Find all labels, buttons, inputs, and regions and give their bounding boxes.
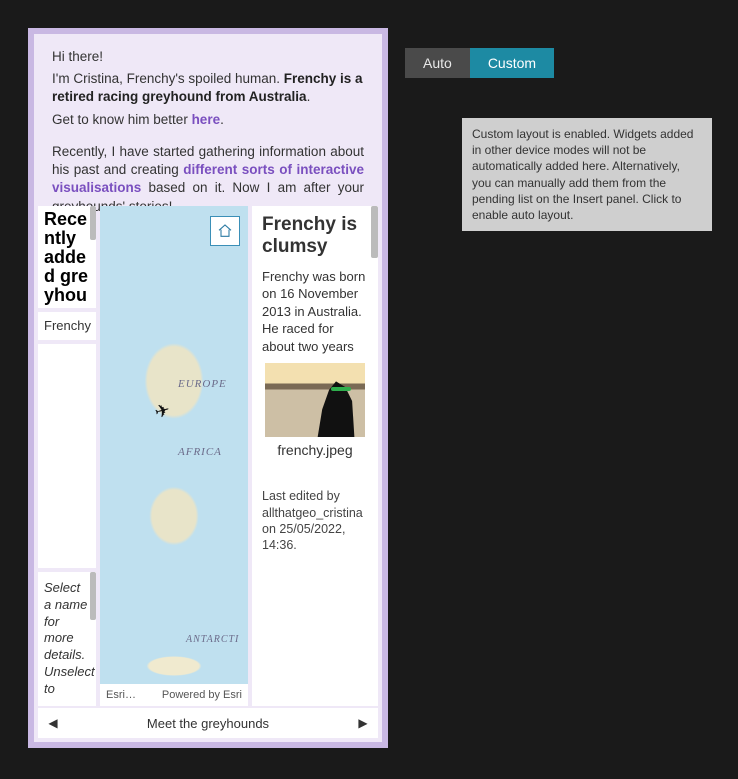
detail-title: Frenchy is clumsy	[262, 214, 368, 258]
intro-line-3c: .	[220, 112, 224, 127]
map-widget[interactable]: EUROPE AFRICA ANTARCTI ✈ Esri… Powered b…	[100, 206, 248, 706]
map-home-button[interactable]	[210, 216, 240, 246]
detail-body: Frenchy was born on 16 November 2013 in …	[262, 268, 368, 356]
app-frame: Hi there! I'm Cristina, Frenchy's spoile…	[28, 28, 388, 748]
attribution-left: Esri…	[106, 689, 136, 701]
intro-line-2a: I'm Cristina, Frenchy's spoiled human.	[52, 71, 284, 86]
footer-title: Meet the greyhounds	[68, 716, 348, 731]
intro-line-3a: Get to know him better	[52, 112, 192, 127]
auto-layout-button[interactable]: Auto	[405, 48, 470, 78]
here-link[interactable]: here	[192, 112, 221, 127]
next-button[interactable]: ▶	[348, 716, 378, 730]
intro-text: Hi there! I'm Cristina, Frenchy's spoile…	[34, 34, 382, 228]
scrollbar[interactable]	[90, 572, 96, 620]
hint-card: Select a name for more details. Unselect…	[38, 572, 96, 706]
map-surface[interactable]	[100, 206, 248, 706]
left-column: Recently added greyhou Frenchy Select a …	[38, 206, 96, 706]
hint-text: Select a name for more details. Unselect…	[44, 580, 95, 696]
custom-layout-button[interactable]: Custom	[470, 48, 554, 78]
map-label-antarctica: ANTARCTI	[186, 634, 239, 645]
attribution-right: Powered by Esri	[162, 689, 242, 701]
home-icon	[217, 223, 233, 239]
app-inner: Hi there! I'm Cristina, Frenchy's spoile…	[34, 34, 382, 742]
dog-collar-icon	[331, 387, 351, 391]
map-label-europe: EUROPE	[178, 378, 227, 390]
footer-bar: ◀ Meet the greyhounds ▶	[38, 708, 378, 738]
list-spacer	[38, 344, 96, 568]
recently-added-heading: Recently added greyhou	[38, 206, 96, 308]
intro-line-2c: .	[307, 89, 311, 104]
image-caption: frenchy.jpeg	[262, 441, 368, 460]
scrollbar[interactable]	[371, 206, 378, 258]
intro-line-2: I'm Cristina, Frenchy's spoiled human. F…	[52, 70, 364, 106]
detail-image[interactable]	[265, 363, 365, 437]
scrollbar[interactable]	[90, 206, 96, 240]
map-attribution: Esri… Powered by Esri	[100, 684, 248, 706]
intro-para-2: Recently, I have started gathering infor…	[52, 143, 364, 216]
layout-toggle: Auto Custom	[405, 48, 554, 78]
intro-line-3: Get to know him better here.	[52, 111, 364, 129]
main-row: Recently added greyhou Frenchy Select a …	[38, 206, 378, 706]
list-item[interactable]: Frenchy	[38, 312, 96, 340]
map-label-africa: AFRICA	[178, 446, 222, 458]
recently-added-heading-text: Recently added greyhou	[44, 209, 88, 305]
last-edited: Last edited by allthatgeo_cristina on 25…	[262, 488, 368, 553]
greeting: Hi there!	[52, 48, 364, 66]
layout-tooltip[interactable]: Custom layout is enabled. Widgets added …	[462, 118, 712, 231]
detail-panel: Frenchy is clumsy Frenchy was born on 16…	[252, 206, 378, 706]
prev-button[interactable]: ◀	[38, 716, 68, 730]
